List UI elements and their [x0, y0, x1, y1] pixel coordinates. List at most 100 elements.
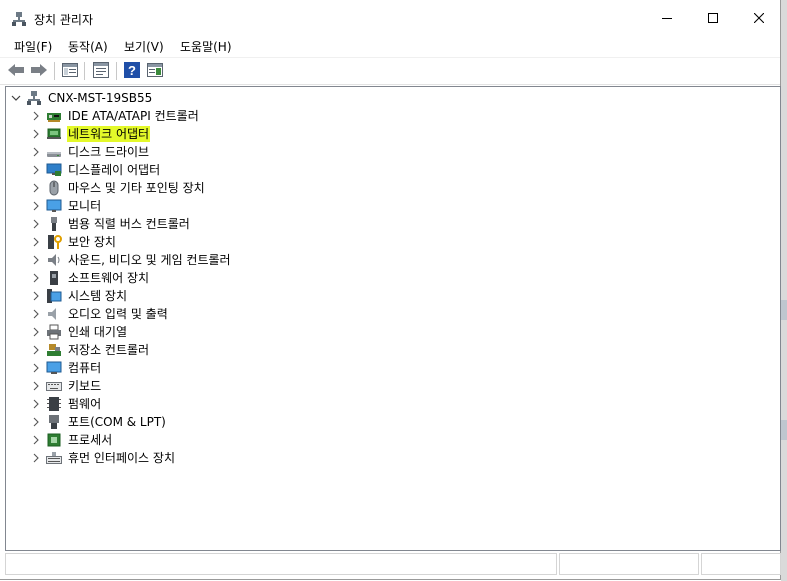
maximize-icon	[708, 13, 718, 23]
tree-item[interactable]: 프로세서	[30, 431, 113, 449]
svg-text:?: ?	[128, 63, 136, 78]
tree-item-label-selected: 네트워크 어댑터	[67, 126, 151, 142]
maximize-button[interactable]	[690, 0, 736, 36]
properties-icon	[93, 61, 109, 81]
action-pane-icon	[147, 62, 163, 80]
tree-item[interactable]: 마우스 및 기타 포인팅 장치	[30, 179, 206, 197]
tree-item-label: 휴먼 인터페이스 장치	[68, 451, 175, 465]
back-arrow-icon	[7, 63, 25, 80]
chevron-right-icon[interactable]	[30, 380, 42, 392]
tree-item[interactable]: 포트(COM & LPT)	[30, 413, 167, 431]
menu-view[interactable]: 보기(V)	[122, 38, 166, 55]
chevron-right-icon[interactable]	[30, 290, 42, 302]
menu-file[interactable]: 파일(F)	[12, 38, 54, 55]
background-mark	[781, 420, 787, 440]
processor-icon	[46, 432, 62, 448]
chevron-right-icon[interactable]	[30, 164, 42, 176]
tree-item[interactable]: 시스템 장치	[30, 287, 128, 305]
help-button[interactable]: ?	[122, 61, 142, 81]
tree-item-label: 인쇄 대기열	[68, 325, 128, 339]
tree-item[interactable]: 네트워크 어댑터	[30, 125, 151, 143]
chevron-right-icon[interactable]	[30, 110, 42, 122]
chevron-right-icon[interactable]	[30, 326, 42, 338]
system-device-icon	[46, 288, 62, 304]
chevron-right-icon[interactable]	[30, 416, 42, 428]
tree-item[interactable]: 소프트웨어 장치	[30, 269, 150, 287]
action-pane-button[interactable]	[145, 61, 165, 81]
tree-item[interactable]: IDE ATA/ATAPI 컨트롤러	[30, 107, 200, 125]
status-bar	[5, 553, 781, 577]
tree-item-label: 키보드	[68, 379, 102, 393]
device-manager-app-icon	[11, 11, 27, 27]
tree-item-label: 펌웨어	[68, 397, 102, 411]
minimize-button[interactable]	[644, 0, 690, 36]
help-icon: ?	[124, 61, 140, 81]
chevron-right-icon[interactable]	[30, 146, 42, 158]
chevron-right-icon[interactable]	[30, 254, 42, 266]
status-pane-tertiary	[701, 553, 781, 575]
chevron-right-icon[interactable]	[30, 236, 42, 248]
software-device-icon	[46, 270, 62, 286]
sound-icon	[46, 252, 62, 268]
chevron-right-icon[interactable]	[30, 398, 42, 410]
chevron-right-icon[interactable]	[30, 182, 42, 194]
toolbar: ?	[0, 57, 780, 85]
tree-item-label: 소프트웨어 장치	[68, 271, 150, 285]
tree-item[interactable]: 저장소 컨트롤러	[30, 341, 150, 359]
window-title: 장치 관리자	[34, 13, 94, 27]
ide-controller-icon	[46, 108, 62, 124]
tree-item[interactable]: 펌웨어	[30, 395, 102, 413]
tree-item[interactable]: 사운드, 비디오 및 게임 컨트롤러	[30, 251, 232, 269]
tree-item[interactable]: 키보드	[30, 377, 102, 395]
back-button[interactable]	[6, 61, 26, 81]
properties-button[interactable]	[91, 61, 111, 81]
close-button[interactable]	[736, 0, 782, 36]
tree-item-label: 보안 장치	[68, 235, 116, 249]
tree-item[interactable]: 모니터	[30, 197, 102, 215]
chevron-right-icon[interactable]	[30, 452, 42, 464]
tree-item-label: 모니터	[68, 199, 102, 213]
chevron-right-icon[interactable]	[30, 272, 42, 284]
tree-item-label: 범용 직렬 버스 컨트롤러	[68, 217, 190, 231]
security-device-icon	[46, 234, 62, 250]
tree-item-label: 마우스 및 기타 포인팅 장치	[68, 181, 205, 195]
tree-item[interactable]: 휴먼 인터페이스 장치	[30, 449, 176, 467]
tree-item[interactable]: 오디오 입력 및 출력	[30, 305, 169, 323]
menu-action[interactable]: 동작(A)	[66, 38, 110, 55]
menu-help[interactable]: 도움말(H)	[178, 38, 234, 55]
tree-item-label: 저장소 컨트롤러	[68, 343, 150, 357]
chevron-right-icon[interactable]	[30, 434, 42, 446]
chevron-right-icon[interactable]	[30, 308, 42, 320]
show-hide-console-tree-icon	[62, 62, 78, 80]
chevron-right-icon[interactable]	[30, 218, 42, 230]
display-adapter-icon	[46, 162, 62, 178]
tree-item[interactable]: 인쇄 대기열	[30, 323, 128, 341]
tree-item[interactable]: 보안 장치	[30, 233, 117, 251]
toolbar-separator	[54, 62, 55, 80]
tree-item[interactable]: 디스크 드라이브	[30, 143, 150, 161]
tree-root[interactable]: CNX-MST-19SB55	[10, 89, 153, 107]
chevron-right-icon[interactable]	[30, 128, 42, 140]
chevron-right-icon[interactable]	[30, 200, 42, 212]
title-bar[interactable]: 장치 관리자	[0, 0, 780, 36]
forward-button[interactable]	[29, 61, 49, 81]
toolbar-separator	[116, 62, 117, 80]
background-mark	[781, 300, 787, 320]
tree-item[interactable]: 컴퓨터	[30, 359, 102, 377]
tree-item-label: 시스템 장치	[68, 289, 128, 303]
chevron-down-icon[interactable]	[10, 92, 22, 104]
storage-controller-icon	[46, 342, 62, 358]
computer-icon	[26, 90, 42, 106]
chevron-right-icon[interactable]	[30, 344, 42, 356]
tree-item-label: 프로세서	[68, 433, 113, 447]
tree-item-label: 컴퓨터	[68, 361, 102, 375]
tree-item-label: 디스플레이 어댑터	[68, 163, 161, 177]
tree-item[interactable]: 디스플레이 어댑터	[30, 161, 161, 179]
menu-bar: 파일(F) 동작(A) 보기(V) 도움말(H)	[0, 36, 780, 56]
show-hide-console-tree-button[interactable]	[60, 61, 80, 81]
device-tree[interactable]: CNX-MST-19SB55 IDE ATA/ATAPI 컨트롤러 네트워크 어…	[5, 86, 781, 551]
background-strip	[781, 0, 787, 581]
tree-item-label: 오디오 입력 및 출력	[68, 307, 168, 321]
tree-item[interactable]: 범용 직렬 버스 컨트롤러	[30, 215, 191, 233]
chevron-right-icon[interactable]	[30, 362, 42, 374]
